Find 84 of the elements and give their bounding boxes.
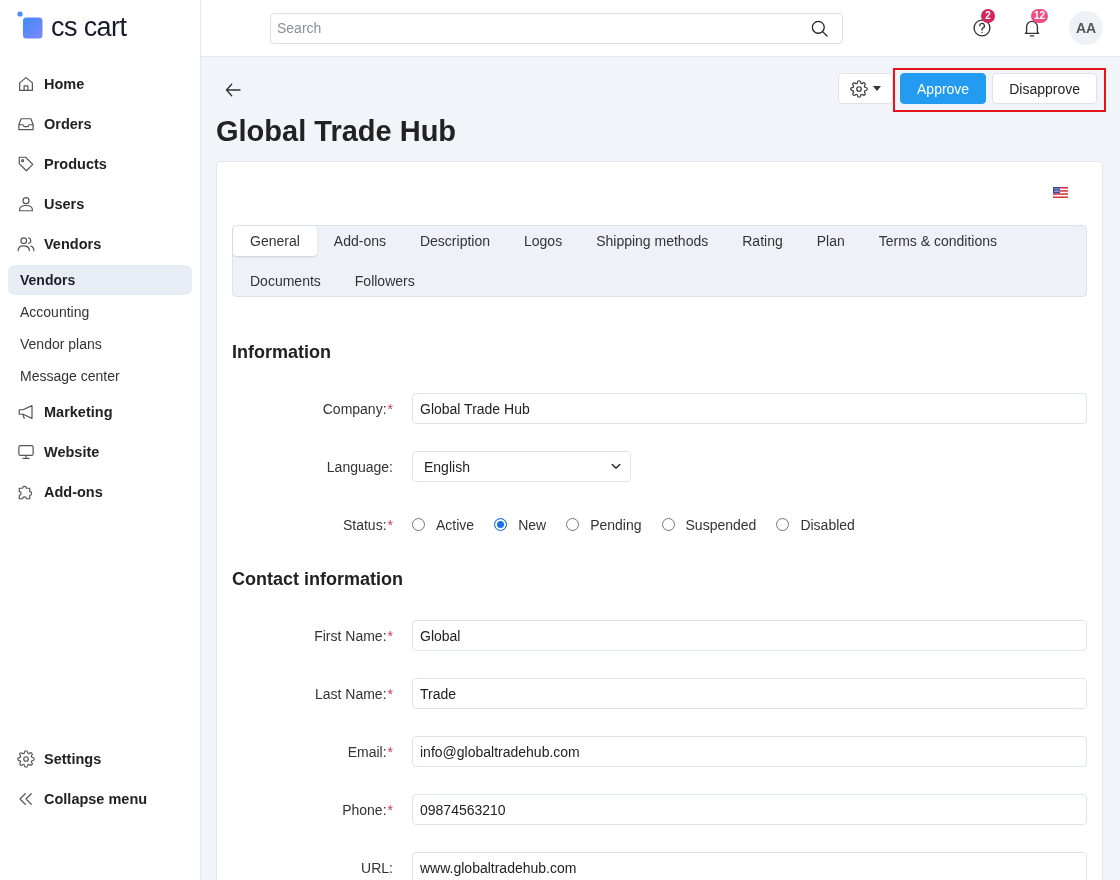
settings-dropdown-button[interactable]	[838, 73, 893, 104]
disapprove-button[interactable]: Disapprove	[992, 73, 1097, 104]
double-chevron-left-icon	[17, 790, 35, 808]
field-label: Phone:	[342, 801, 387, 818]
tab[interactable]: Description	[402, 226, 507, 256]
nav-item[interactable]: Home	[0, 64, 200, 104]
logo-text: cs cart	[51, 12, 127, 42]
tab[interactable]: Add-ons	[316, 226, 403, 256]
tag-icon	[17, 155, 35, 173]
radio-label[interactable]: New	[518, 516, 547, 533]
radio-button[interactable]	[776, 518, 790, 531]
puzzle-icon	[17, 483, 35, 501]
tab[interactable]: Terms & conditions	[861, 226, 1014, 256]
nav-subitem[interactable]: Vendors	[8, 265, 192, 295]
monitor-icon	[17, 443, 35, 461]
required-mark: *	[387, 516, 393, 533]
user-icon	[17, 195, 35, 213]
select-field[interactable]: English	[412, 451, 631, 482]
tab[interactable]: Logos	[507, 226, 580, 256]
input-field[interactable]: info@globaltradehub.com	[412, 736, 1087, 767]
radio-button[interactable]	[494, 518, 508, 531]
search-icon[interactable]	[810, 18, 829, 38]
nav-item[interactable]: Orders	[0, 104, 200, 144]
section-heading: Contact information	[232, 568, 404, 590]
count-badge: 12	[1031, 9, 1049, 23]
nav-item[interactable]: Vendors	[0, 224, 200, 264]
radio-button[interactable]	[412, 518, 425, 531]
nav-item[interactable]: Products	[0, 144, 200, 184]
count-badge: 2	[981, 9, 995, 23]
field-label: Language:	[326, 458, 393, 475]
people-icon	[17, 235, 35, 253]
tab[interactable]: Followers	[337, 266, 432, 296]
nav-item[interactable]: Collapse menu	[0, 779, 200, 819]
required-mark: *	[387, 743, 393, 760]
field-label: Company:	[322, 400, 387, 417]
radio-label[interactable]: Pending	[590, 516, 642, 533]
nav-item[interactable]: Add-ons	[0, 472, 200, 512]
input-field[interactable]: Global Trade Hub	[412, 393, 1087, 424]
input-field[interactable]: Trade	[412, 678, 1087, 709]
house-icon	[17, 75, 35, 93]
radio-label[interactable]: Active	[436, 516, 475, 533]
tab[interactable]: Plan	[799, 226, 862, 256]
input-field[interactable]: Global	[412, 620, 1087, 651]
required-mark: *	[387, 685, 393, 702]
field-label: Last Name:	[314, 685, 387, 702]
search-field[interactable]: Search	[270, 12, 843, 44]
megaphone-icon	[17, 403, 35, 421]
input-field[interactable]: www.globaltradehub.com	[412, 852, 1087, 880]
flag-icon[interactable]	[1053, 187, 1068, 198]
gear-icon	[850, 79, 868, 98]
field-label: Email:	[347, 743, 387, 760]
required-mark: *	[387, 400, 393, 417]
nav-subitem[interactable]: Vendor plans	[8, 329, 192, 359]
caret-icon	[873, 86, 881, 91]
nav-item[interactable]: Settings	[0, 739, 200, 779]
field-label: URL:	[361, 859, 393, 876]
help-icon[interactable]	[972, 18, 992, 38]
radio-button[interactable]	[661, 518, 675, 531]
nav-subitem[interactable]: Message center	[8, 361, 192, 391]
page-title: Global Trade Hub	[216, 114, 458, 148]
bell-icon[interactable]	[1022, 18, 1042, 38]
gear-icon	[17, 750, 35, 768]
logo-icon[interactable]	[17, 11, 43, 39]
back-arrow-icon[interactable]	[225, 83, 241, 97]
tab[interactable]: General	[233, 226, 317, 256]
nav-item[interactable]: Marketing	[0, 392, 200, 432]
nav-item[interactable]: Website	[0, 432, 200, 472]
radio-label[interactable]: Suspended	[685, 516, 757, 533]
nav-subitem[interactable]: Accounting	[8, 297, 192, 327]
radio-button[interactable]	[566, 518, 580, 531]
tab[interactable]: Shipping methods	[579, 226, 726, 256]
user-avatar[interactable]: AA	[1069, 11, 1103, 45]
required-mark: *	[387, 801, 393, 818]
section-heading: Information	[232, 341, 332, 363]
required-mark: *	[387, 627, 393, 644]
inbox-icon	[17, 115, 35, 133]
tab[interactable]: Rating	[725, 226, 800, 256]
field-label: First Name:	[314, 627, 387, 644]
tab[interactable]: Documents	[233, 266, 338, 296]
radio-label[interactable]: Disabled	[800, 516, 855, 533]
field-label: Status:	[342, 516, 387, 533]
nav-item[interactable]: Users	[0, 184, 200, 224]
input-field[interactable]: 09874563210	[412, 794, 1087, 825]
chevron-down-icon	[611, 463, 621, 470]
